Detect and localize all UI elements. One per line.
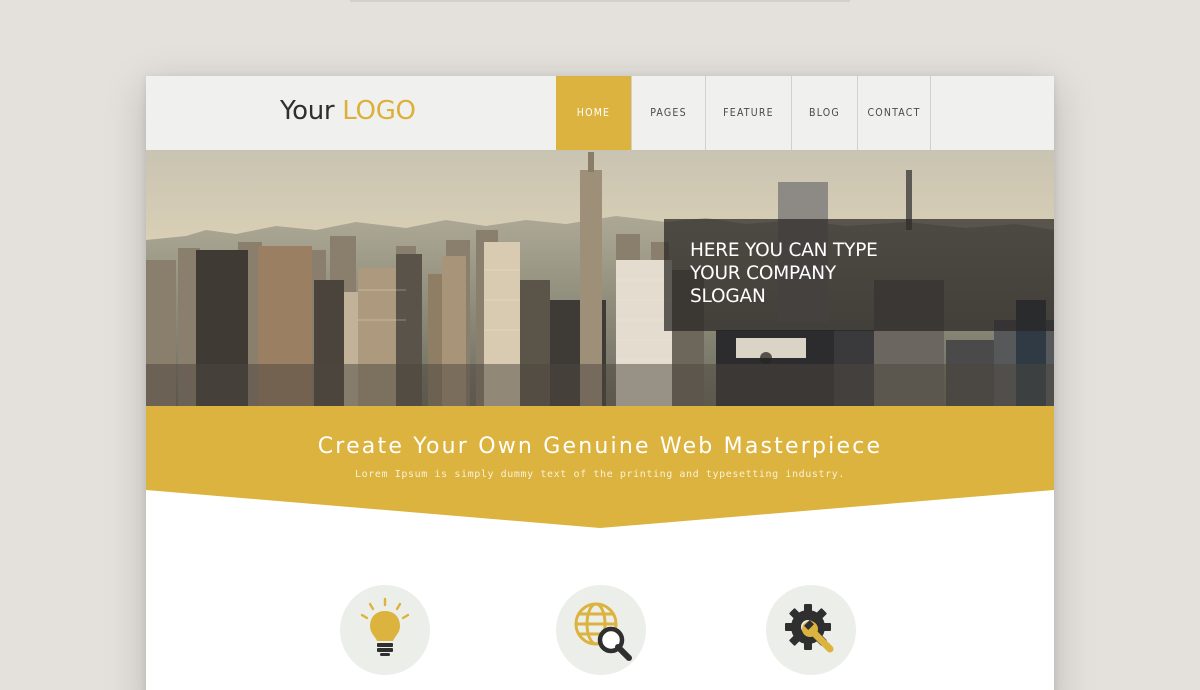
gear-wrench-icon xyxy=(785,604,834,653)
site-logo[interactable]: Your LOGO xyxy=(280,96,416,126)
top-edge-shadow xyxy=(350,0,850,2)
site-header: Your LOGO HOME PAGES FEATURE BLOG CONTAC… xyxy=(146,76,1054,150)
feature-circle-idea[interactable] xyxy=(340,585,430,675)
feature-circle-settings[interactable] xyxy=(766,585,856,675)
globe-search-icon xyxy=(574,602,632,661)
logo-accent-text: LOGO xyxy=(342,96,416,126)
band-title: Create Your Own Genuine Web Masterpiece xyxy=(317,434,883,459)
nav-item-label: FEATURE xyxy=(723,107,774,119)
nav-item-feature[interactable]: FEATURE xyxy=(705,76,791,150)
slogan-overlay: HERE YOU CAN TYPE YOUR COMPANY SLOGAN xyxy=(664,219,1054,331)
nav-item-home[interactable]: HOME xyxy=(556,76,631,150)
hero-slogan: HERE YOU CAN TYPE YOUR COMPANY SLOGAN xyxy=(690,240,878,307)
website-mockup: Your LOGO HOME PAGES FEATURE BLOG CONTAC… xyxy=(146,76,1054,690)
nav-item-pages[interactable]: PAGES xyxy=(631,76,705,150)
nav-item-label: BLOG xyxy=(809,107,840,119)
band-subtitle: Lorem Ipsum is simply dummy text of the … xyxy=(355,469,845,480)
nav-item-blog[interactable]: BLOG xyxy=(791,76,857,150)
feature-circle-search[interactable] xyxy=(556,585,646,675)
nav-item-label: PAGES xyxy=(650,107,687,119)
main-nav: HOME PAGES FEATURE BLOG CONTACT xyxy=(556,76,931,150)
nav-item-contact[interactable]: CONTACT xyxy=(857,76,931,150)
hero-banner: HERE YOU CAN TYPE YOUR COMPANY SLOGAN xyxy=(146,150,1054,406)
lightbulb-icon xyxy=(360,597,410,656)
logo-text: Your xyxy=(280,96,343,126)
tagline-band xyxy=(146,406,1054,528)
nav-item-label: CONTACT xyxy=(867,107,921,119)
nav-item-label: HOME xyxy=(576,107,611,119)
slider-dot[interactable] xyxy=(760,352,772,364)
